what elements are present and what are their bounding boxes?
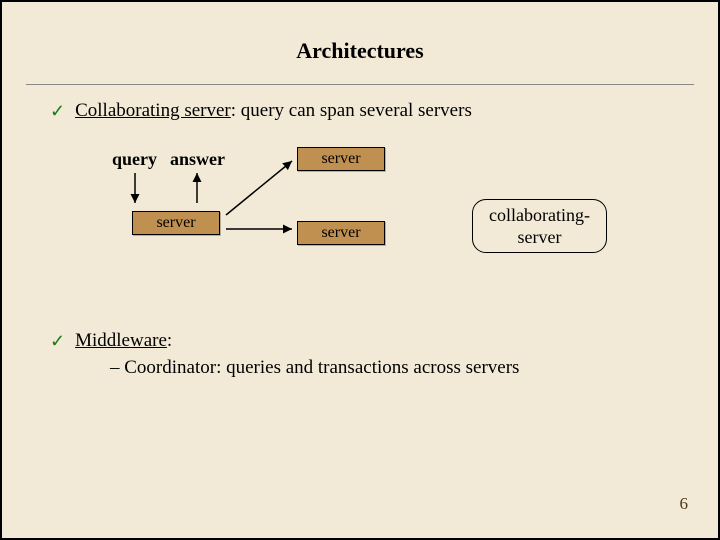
collab-box: collaborating- server xyxy=(472,199,607,253)
bullet-2-rest: : xyxy=(167,330,172,351)
bullet-1-text: Collaborating server: query can span sev… xyxy=(75,99,472,123)
page-number: 6 xyxy=(680,494,689,514)
bullet-2: ✓ Middleware: xyxy=(50,329,718,353)
collab-line-1: collaborating- xyxy=(489,205,590,225)
server-box-top: server xyxy=(297,147,385,171)
divider xyxy=(26,84,694,85)
bullet-1-rest: : query can span several servers xyxy=(231,100,472,121)
server-box-left: server xyxy=(132,211,220,235)
bullet-1: ✓ Collaborating server: query can span s… xyxy=(50,99,718,123)
check-icon: ✓ xyxy=(50,329,65,353)
slide-title: Architectures xyxy=(2,38,718,64)
diagram-area: query answer server server server collab… xyxy=(2,141,718,301)
label-answer: answer xyxy=(170,149,225,170)
collab-line-2: server xyxy=(517,227,561,247)
subbullet-1: – Coordinator: queries and transactions … xyxy=(110,357,718,379)
check-icon: ✓ xyxy=(50,99,65,123)
bullet-1-underline: Collaborating server xyxy=(75,100,231,121)
server-box-bottom: server xyxy=(297,221,385,245)
label-query: query xyxy=(112,149,157,170)
bullet-2-underline: Middleware xyxy=(75,330,167,351)
bullet-2-text: Middleware: xyxy=(75,329,172,353)
